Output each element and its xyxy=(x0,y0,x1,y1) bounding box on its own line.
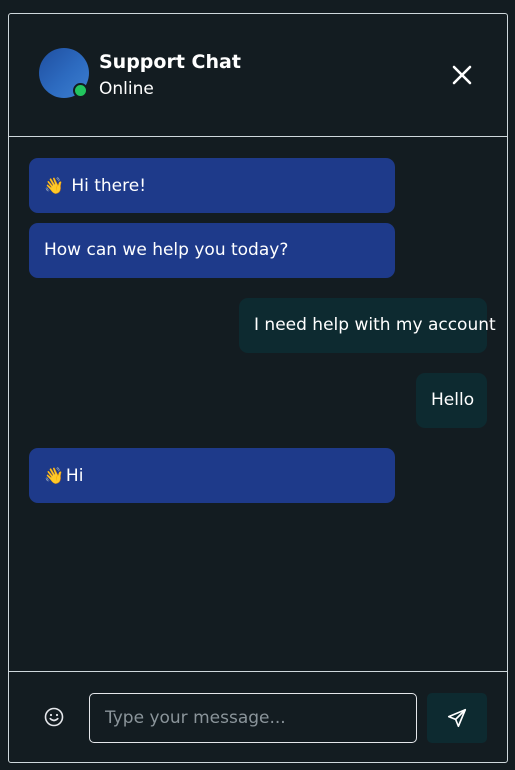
online-status-dot xyxy=(73,83,88,98)
message-list: 👋 Hi there! How can we help you today? I… xyxy=(9,138,507,671)
message-text: Hello xyxy=(431,390,475,410)
message-text: I need help with my account xyxy=(254,315,496,335)
chat-title: Support Chat xyxy=(99,51,241,73)
chat-window: Support Chat Online 👋 Hi there! How can … xyxy=(8,13,508,763)
message-bubble-user: Hello xyxy=(416,373,487,428)
close-button[interactable] xyxy=(446,59,478,91)
close-icon xyxy=(452,65,472,85)
message-bubble-bot: How can we help you today? xyxy=(29,223,395,278)
message-text: Hi xyxy=(65,466,84,486)
message-text: How can we help you today? xyxy=(44,240,289,260)
waving-hand-icon: 👋 xyxy=(44,466,64,485)
smiley-icon xyxy=(44,707,64,727)
message-bubble-user: I need help with my account xyxy=(239,298,496,353)
message-composer xyxy=(9,671,507,762)
message-bubble-bot: 👋 Hi xyxy=(29,448,395,503)
send-button[interactable] xyxy=(427,693,487,743)
waving-hand-icon: 👋 xyxy=(44,176,64,195)
message-input[interactable] xyxy=(89,693,417,743)
message-text: Hi there! xyxy=(71,176,147,196)
chat-status: Online xyxy=(99,79,154,99)
emoji-button[interactable] xyxy=(42,705,66,729)
message-bubble-bot: 👋 Hi there! xyxy=(29,158,395,213)
send-icon xyxy=(447,708,467,728)
chat-header: Support Chat Online xyxy=(9,14,507,137)
